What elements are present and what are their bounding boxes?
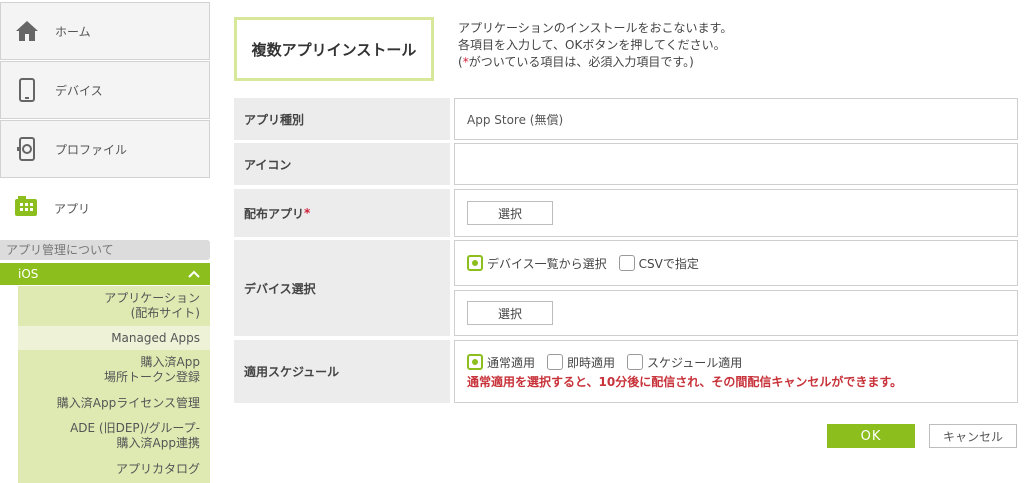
sidebar-subitem-app-catalog[interactable]: アプリカタログ bbox=[18, 456, 210, 483]
main-panel: 複数アプリインストール アプリケーションのインストールをおこないます。 各項目を… bbox=[232, 0, 1024, 483]
sidebar-subitem-app-distribution[interactable]: アプリケーション (配布サイト) bbox=[18, 286, 210, 326]
radio-unchecked-icon bbox=[547, 354, 564, 370]
ios-label: iOS bbox=[18, 267, 39, 281]
sidebar-item-label: プロファイル bbox=[55, 142, 128, 157]
description-line: アプリケーションのインストールをおこないます。 bbox=[458, 21, 733, 35]
option-csv[interactable]: CSVで指定 bbox=[618, 255, 699, 272]
sidebar-item-label: アプリ bbox=[54, 201, 91, 216]
device-select-field: 選択 bbox=[454, 290, 1018, 336]
radio-unchecked-icon bbox=[618, 255, 635, 271]
home-icon bbox=[15, 19, 39, 43]
sidebar-item-about[interactable]: アプリ管理について bbox=[0, 240, 210, 260]
sidebar-item-device[interactable]: デバイス bbox=[0, 61, 210, 119]
label-app-type: アプリ種別 bbox=[234, 98, 450, 140]
schedule-note: 通常適用を選択すると、10分後に配信され、その間配信キャンセルができます。 bbox=[467, 374, 903, 389]
radio-checked-icon bbox=[467, 255, 483, 271]
option-immediate-apply[interactable]: 即時適用 bbox=[547, 354, 615, 371]
option-label: デバイス一覧から選択 bbox=[487, 256, 607, 271]
sidebar-subitem-ade-link[interactable]: ADE (旧DEP)/グループ- 購入済App連携 bbox=[18, 416, 210, 456]
sidebar-subitem-vpp-license[interactable]: 購入済Appライセンス管理 bbox=[18, 390, 210, 416]
label-text: 配布アプリ bbox=[244, 206, 305, 221]
sidebar-item-label: デバイス bbox=[55, 83, 103, 98]
sidebar: ホーム デバイス プロファイル アプリ アプリ管理について iOS アプリケーシ… bbox=[0, 0, 212, 483]
ok-button[interactable]: OK bbox=[827, 424, 915, 448]
distribution-app-field: 選択 bbox=[454, 189, 1018, 237]
icon-value bbox=[454, 143, 1018, 185]
select-device-button[interactable]: 選択 bbox=[467, 301, 553, 325]
sidebar-subitem-managed-apps[interactable]: Managed Apps bbox=[18, 326, 210, 350]
select-app-button[interactable]: 選択 bbox=[467, 201, 553, 225]
app-icon bbox=[14, 195, 38, 221]
sidebar-item-label: ホーム bbox=[55, 24, 91, 39]
option-label: CSVで指定 bbox=[638, 256, 699, 271]
required-mark: * bbox=[304, 206, 311, 220]
app-type-value: App Store (無償) bbox=[454, 98, 1018, 140]
label-schedule: 適用スケジュール bbox=[234, 340, 450, 403]
option-label: 即時適用 bbox=[567, 355, 616, 370]
option-label: 通常適用 bbox=[487, 355, 536, 370]
schedule-option-group: 通常適用 即時適用 スケジュール適用 bbox=[467, 354, 754, 371]
device-icon bbox=[15, 78, 39, 102]
page-description: アプリケーションのインストールをおこないます。 各項目を入力して、OKボタンを押… bbox=[458, 20, 732, 71]
description-line: 各項目を入力して、OKボタンを押してください。 bbox=[458, 38, 726, 52]
sidebar-item-home[interactable]: ホーム bbox=[0, 2, 210, 60]
schedule-options: 通常適用 即時適用 スケジュール適用 通常適用を選択すると、10分後に配信され、… bbox=[454, 340, 1018, 403]
option-label: スケジュール適用 bbox=[647, 355, 743, 370]
radio-unchecked-icon bbox=[627, 354, 644, 370]
description-line: (*がついている項目は、必須入力項目です。) bbox=[458, 54, 732, 71]
page-title: 複数アプリインストール bbox=[234, 17, 434, 81]
sidebar-item-profile[interactable]: プロファイル bbox=[0, 120, 210, 178]
option-device-list[interactable]: デバイス一覧から選択 bbox=[467, 255, 607, 272]
description-text: がついている項目は、必須入力項目です。) bbox=[468, 55, 694, 69]
option-scheduled-apply[interactable]: スケジュール適用 bbox=[627, 354, 742, 371]
label-distribution-app: 配布アプリ * bbox=[234, 189, 450, 237]
device-select-options: デバイス一覧から選択 CSVで指定 bbox=[454, 240, 1018, 286]
sidebar-item-ios[interactable]: iOS bbox=[0, 263, 210, 285]
sidebar-subitem-vpp-token[interactable]: 購入済App 場所トークン登録 bbox=[18, 350, 210, 390]
sidebar-item-app[interactable]: アプリ bbox=[0, 180, 210, 236]
cancel-button[interactable]: キャンセル bbox=[929, 424, 1017, 448]
label-device-select: デバイス選択 bbox=[234, 240, 450, 336]
option-normal-apply[interactable]: 通常適用 bbox=[467, 354, 535, 371]
radio-checked-icon bbox=[467, 354, 483, 370]
profile-icon bbox=[15, 137, 39, 161]
label-icon: アイコン bbox=[234, 143, 450, 185]
